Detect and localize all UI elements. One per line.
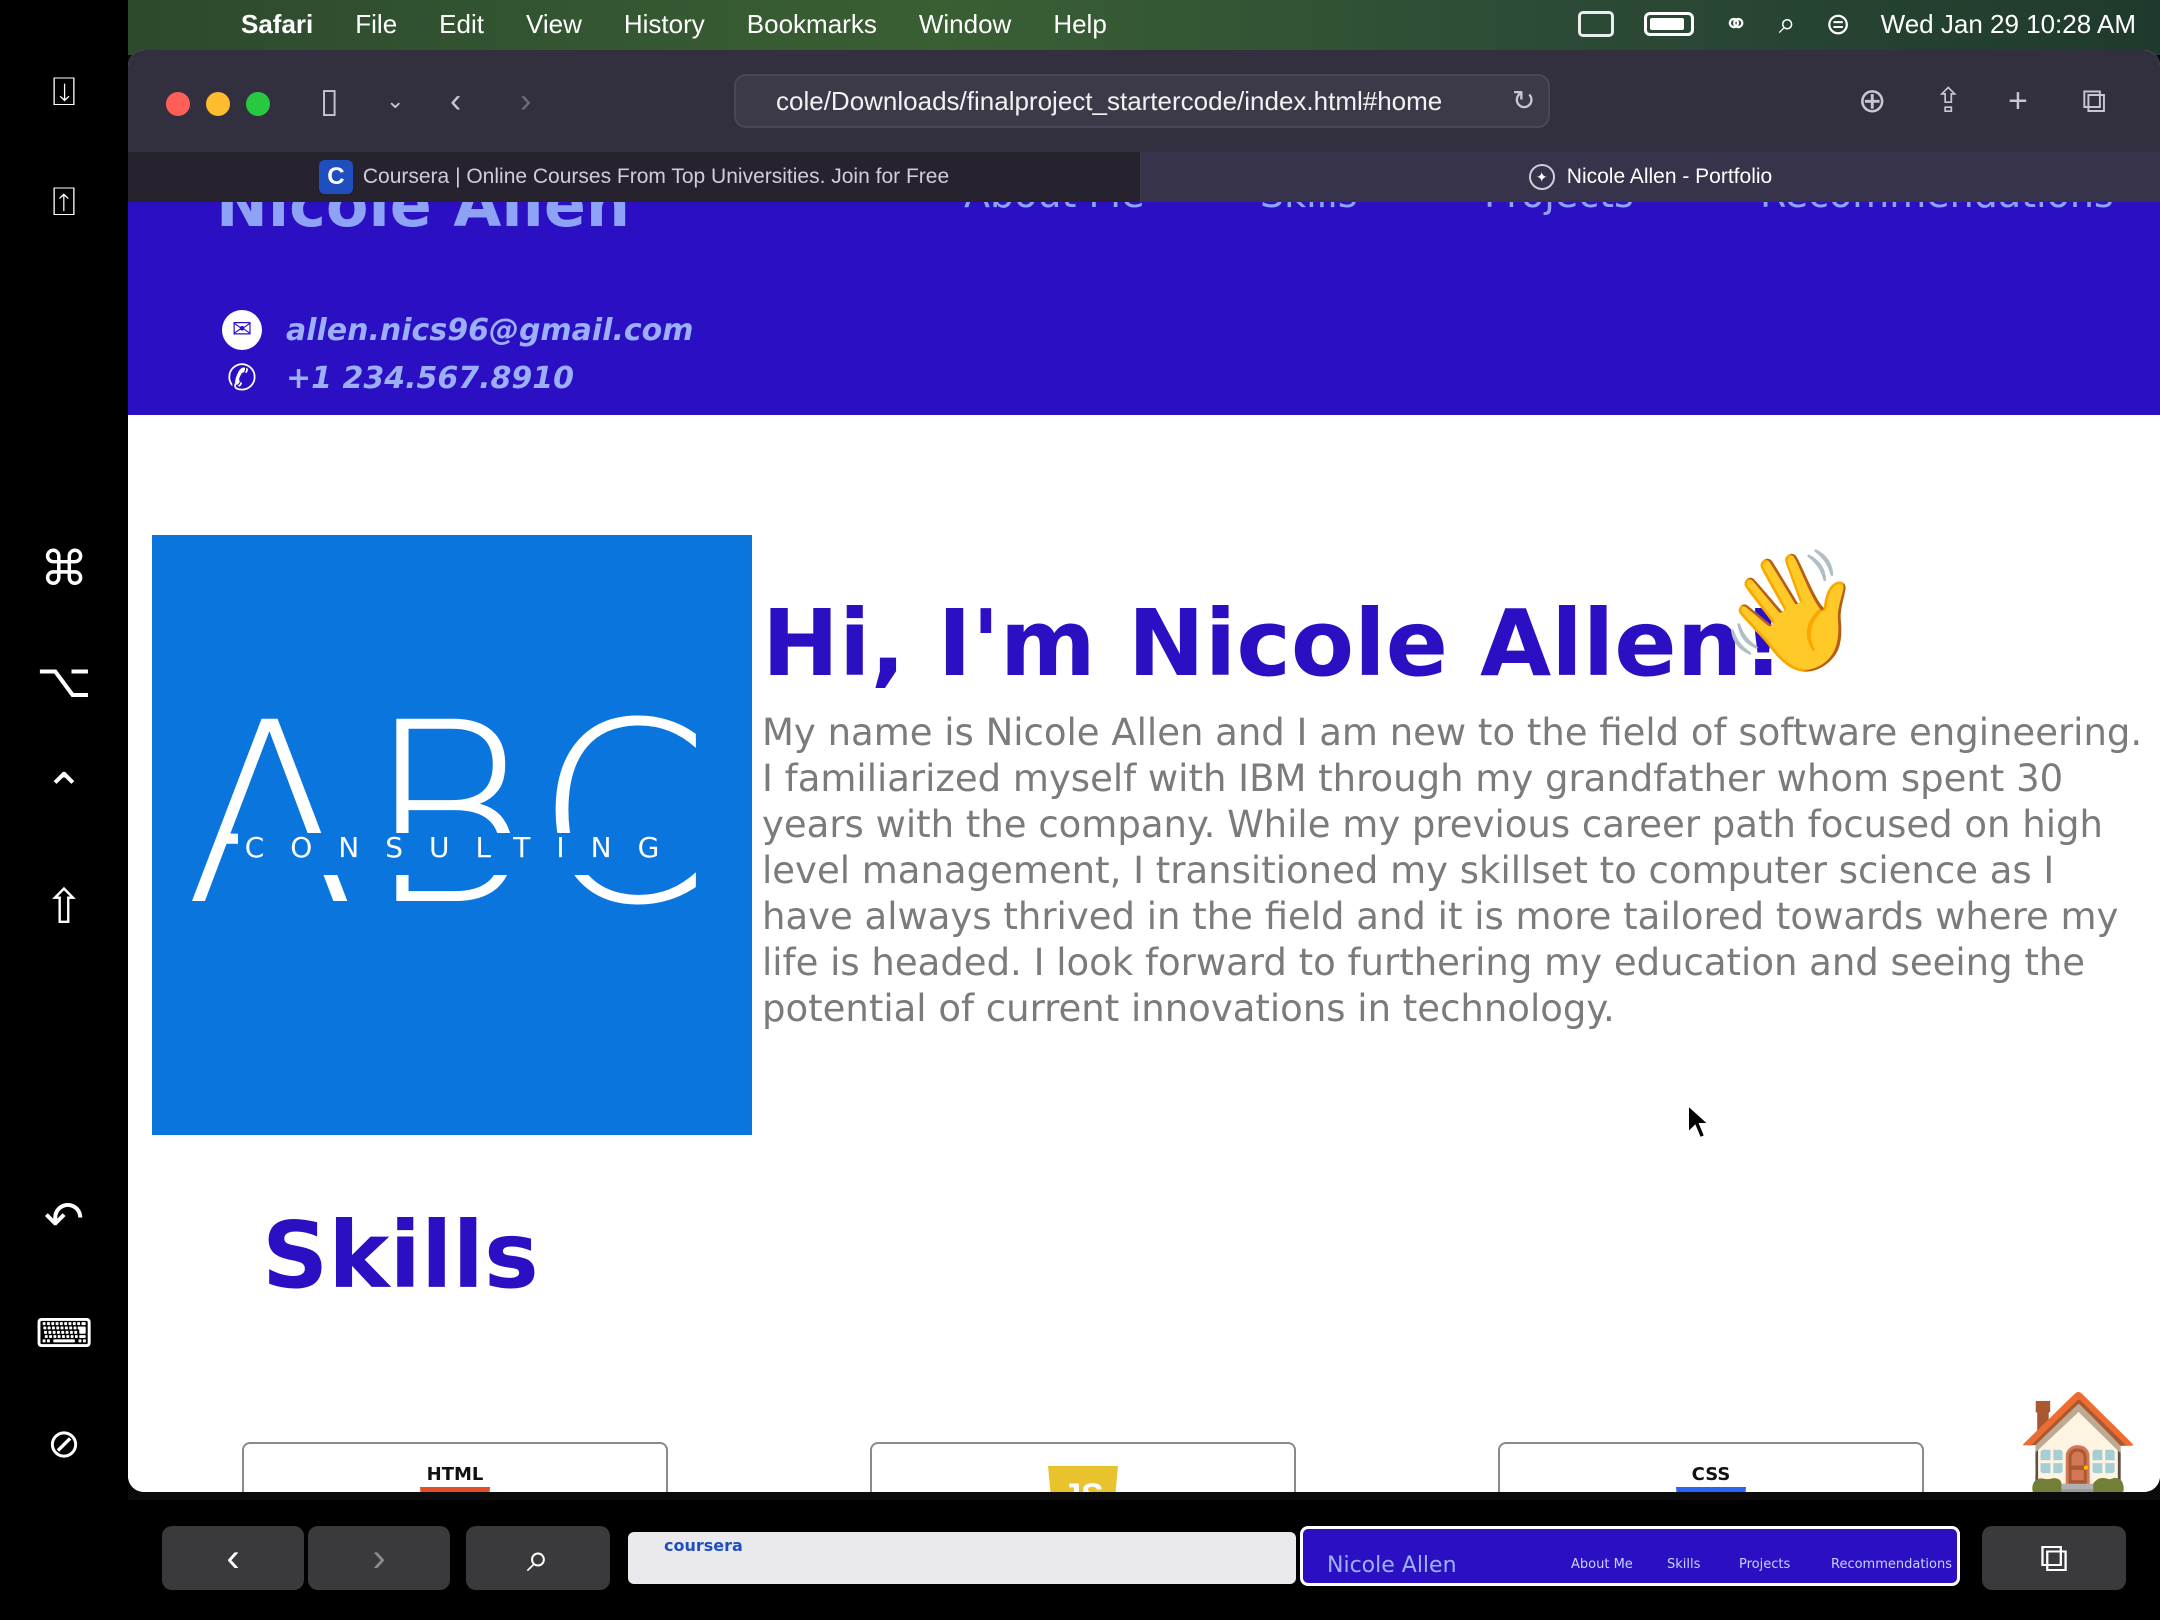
option-key-icon[interactable]: ⌥ — [0, 652, 128, 712]
javascript-icon: JS — [1046, 1464, 1120, 1492]
menu-window[interactable]: Window — [898, 9, 1032, 40]
skills-heading: Skills — [262, 1202, 539, 1309]
tab-overview-icon[interactable]: ⧉ — [2082, 80, 2106, 122]
tab-title: Nicole Allen - Portfolio — [1566, 165, 1773, 188]
close-window-button[interactable] — [166, 92, 190, 116]
phone-icon: ✆ — [226, 357, 258, 398]
logo-sub-text: CONSULTING — [244, 831, 686, 864]
spotlight-search-icon[interactable]: ⌕ — [1779, 7, 1796, 41]
touchbar-search-icon[interactable]: ⌕ — [466, 1526, 610, 1590]
address-bar[interactable]: cole/Downloads/finalproject_startercode/… — [734, 74, 1550, 128]
hero-paragraph: My name is Nicole Allen and I am new to … — [762, 711, 2143, 1030]
keyboard-icon[interactable]: ⌨ — [0, 1304, 128, 1364]
menu-bookmarks[interactable]: Bookmarks — [726, 9, 898, 40]
chevron-down-icon[interactable]: ⌄ — [386, 80, 404, 122]
reload-icon[interactable]: ↻ — [1512, 80, 1535, 122]
compass-icon: ✦ — [1528, 164, 1555, 190]
tab-portfolio[interactable]: ✦ Nicole Allen - Portfolio — [1141, 152, 2160, 202]
site-header: Nicole Allen About Me Skills Projects Re… — [128, 202, 2160, 415]
site-name[interactable]: Nicole Allen — [216, 202, 630, 241]
safari-window: ▯ ⌄ ‹ › cole/Downloads/finalproject_star… — [128, 50, 2160, 1492]
coursera-favicon-icon: C — [318, 160, 353, 194]
waving-hand-icon: 👋 — [1718, 546, 1865, 678]
tab-thumbnail-coursera[interactable]: coursera — [628, 1532, 1296, 1584]
control-key-icon[interactable]: ⌃ — [0, 762, 128, 822]
touchbar-new-tab-icon[interactable]: ⧉ — [1982, 1526, 2126, 1590]
skill-card-css[interactable]: CSS 3 — [1498, 1442, 1924, 1492]
sidecar-touchbar: ‹ › ⌕ coursera Nicole Allen About Me Ski… — [128, 1500, 2160, 1620]
tab-title: Coursera | Online Courses From Top Unive… — [362, 165, 950, 188]
menu-edit[interactable]: Edit — [418, 9, 505, 40]
url-text: cole/Downloads/finalproject_startercode/… — [776, 86, 1443, 116]
tab-thumbnail-portfolio[interactable]: Nicole Allen About Me Skills Projects Re… — [1300, 1526, 1960, 1586]
disconnect-sidecar-icon[interactable]: ⊘ — [0, 1414, 128, 1474]
menu-help[interactable]: Help — [1032, 9, 1127, 40]
shift-key-icon[interactable]: ⇧ — [0, 878, 128, 938]
battery-icon[interactable] — [1643, 12, 1694, 36]
home-button-icon[interactable]: 🏠 — [2016, 1390, 2141, 1492]
screen-mirroring-icon[interactable] — [1577, 11, 1614, 37]
abc-consulting-logo: ABC CONSULTING — [152, 535, 752, 1135]
menu-app-name[interactable]: Safari — [220, 9, 334, 40]
nav-skills[interactable]: Skills — [1260, 202, 1358, 216]
email-text: allen.nics96@gmail.com — [286, 312, 694, 348]
hero-title: Hi, I'm Nicole Allen! — [762, 590, 1785, 697]
forward-icon[interactable]: › — [520, 80, 531, 122]
skill-card-js[interactable]: JS — [870, 1442, 1296, 1492]
menu-view[interactable]: View — [505, 9, 603, 40]
menubar-clock[interactable]: Wed Jan 29 10:28 AM — [1881, 9, 2136, 40]
control-center-icon[interactable]: ⊜ — [1826, 7, 1851, 42]
sidebar-toggle-icon[interactable]: ▯ — [320, 80, 339, 122]
nav-projects[interactable]: Projects — [1484, 202, 1634, 216]
minimize-window-button[interactable] — [206, 92, 230, 116]
menubar-status-area: ⚭ ⌕ ⊜ Wed Jan 29 10:28 AM — [1577, 7, 2160, 42]
html5-icon: HTML 5 — [418, 1464, 492, 1492]
menu-history[interactable]: History — [603, 9, 726, 40]
page-content: Nicole Allen About Me Skills Projects Re… — [128, 202, 2160, 1492]
new-tab-icon[interactable]: + — [2008, 80, 2028, 122]
show-dock-icon[interactable]: ⍐ — [0, 172, 128, 232]
phone-contact[interactable]: ✆ +1 234.567.8910 — [222, 358, 574, 398]
back-icon[interactable]: ‹ — [450, 80, 461, 122]
nav-recommendations[interactable]: Recommendations — [1760, 202, 2114, 216]
browser-toolbar: ▯ ⌄ ‹ › cole/Downloads/finalproject_star… — [128, 50, 2160, 152]
tab-coursera[interactable]: C Coursera | Online Courses From Top Uni… — [128, 152, 1141, 202]
touchbar-back-icon[interactable]: ‹ — [162, 1526, 304, 1590]
menubar: Safari File Edit View History Bookmarks … — [128, 0, 2160, 48]
touchbar-forward-icon[interactable]: › — [308, 1526, 450, 1590]
sidecar-sidebar: ⍗ ⍐ ⌘ ⌥ ⌃ ⇧ ↶ ⌨ ⊘ — [0, 0, 128, 1620]
nav-about-me[interactable]: About Me — [964, 202, 1145, 216]
phone-text: +1 234.567.8910 — [286, 360, 574, 396]
command-key-icon[interactable]: ⌘ — [0, 540, 128, 600]
email-contact[interactable]: ✉ allen.nics96@gmail.com — [222, 310, 694, 350]
show-menubar-icon[interactable]: ⍗ — [0, 62, 128, 122]
skill-card-html[interactable]: HTML 5 — [242, 1442, 668, 1492]
tab-bar: C Coursera | Online Courses From Top Uni… — [128, 152, 2160, 202]
undo-icon[interactable]: ↶ — [0, 1190, 128, 1250]
css3-icon: CSS 3 — [1674, 1464, 1748, 1492]
downloads-icon[interactable]: ⊕ — [1858, 80, 1887, 122]
menu-file[interactable]: File — [334, 9, 418, 40]
envelope-icon: ✉ — [222, 310, 262, 350]
link-icon[interactable]: ⚭ — [1724, 7, 1749, 42]
logo-main-text: ABC — [184, 669, 720, 960]
share-icon[interactable]: ⇪ — [1934, 80, 1963, 122]
mouse-pointer-icon — [1687, 1103, 1712, 1140]
zoom-window-button[interactable] — [246, 92, 270, 116]
